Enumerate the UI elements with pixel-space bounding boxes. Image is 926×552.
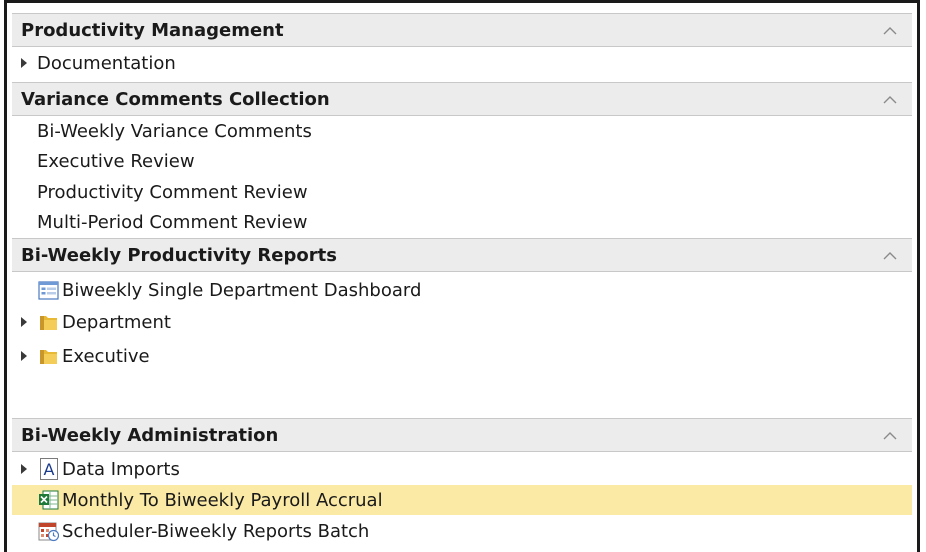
scheduler-icon: [38, 522, 59, 541]
section-header-variance-comments-collection[interactable]: Variance Comments Collection: [12, 82, 912, 116]
list-item-multi-period-comment-review[interactable]: Multi-Period Comment Review: [12, 207, 912, 237]
list-item-data-imports[interactable]: A Data Imports: [12, 454, 912, 484]
list-item-label: Documentation: [37, 52, 176, 74]
list-item-label: Biweekly Single Department Dashboard: [62, 279, 422, 301]
list-item-label: Scheduler-Biweekly Reports Batch: [62, 520, 370, 542]
chevron-up-icon[interactable]: [880, 21, 900, 41]
section-title: Bi-Weekly Administration: [21, 424, 279, 446]
section-title: Variance Comments Collection: [21, 88, 330, 110]
list-item-documentation[interactable]: Documentation: [12, 48, 912, 78]
list-item-department[interactable]: Department: [12, 307, 912, 337]
list-item-biweekly-single-department-dashboard[interactable]: Biweekly Single Department Dashboard: [12, 275, 912, 305]
list-item-executive[interactable]: Executive: [12, 341, 912, 371]
list-item-label: Department: [62, 311, 171, 333]
dashboard-icon: [38, 280, 59, 300]
list-item-monthly-to-biweekly-payroll-accrual[interactable]: Monthly To Biweekly Payroll Accrual: [12, 485, 912, 515]
list-item-label: Executive Review: [37, 150, 195, 172]
expand-arrow-icon[interactable]: [20, 57, 30, 69]
list-item-productivity-comment-review[interactable]: Productivity Comment Review: [12, 177, 912, 207]
list-item-label: Data Imports: [62, 458, 180, 480]
section-title: Bi-Weekly Productivity Reports: [21, 244, 337, 266]
chevron-up-icon[interactable]: [880, 246, 900, 266]
list-item-label: Multi-Period Comment Review: [37, 211, 308, 233]
list-item-label: Bi-Weekly Variance Comments: [37, 120, 312, 142]
expand-arrow-icon[interactable]: [20, 316, 30, 328]
list-item-bi-weekly-variance-comments[interactable]: Bi-Weekly Variance Comments: [12, 116, 912, 146]
list-item-scheduler-biweekly-reports-batch[interactable]: Scheduler-Biweekly Reports Batch: [12, 516, 912, 546]
section-header-bi-weekly-administration[interactable]: Bi-Weekly Administration: [12, 418, 912, 452]
list-item-executive-review[interactable]: Executive Review: [12, 146, 912, 176]
folder-icon: [40, 315, 57, 330]
expand-arrow-icon[interactable]: [20, 463, 30, 475]
section-title: Productivity Management: [21, 19, 284, 41]
spreadsheet-icon: [39, 490, 59, 509]
chevron-up-icon[interactable]: [880, 426, 900, 446]
section-header-bi-weekly-productivity-reports[interactable]: Bi-Weekly Productivity Reports: [12, 238, 912, 272]
folder-icon: [40, 349, 57, 364]
list-item-label: Monthly To Biweekly Payroll Accrual: [62, 489, 383, 511]
list-item-label: Productivity Comment Review: [37, 181, 308, 203]
section-header-productivity-management[interactable]: Productivity Management: [12, 13, 912, 47]
chevron-up-icon[interactable]: [880, 90, 900, 110]
panel-content: Productivity Management Documentation Va…: [12, 13, 912, 552]
navigation-panel: Productivity Management Documentation Va…: [4, 0, 920, 552]
text-a-icon: A: [40, 458, 58, 480]
expand-arrow-icon[interactable]: [20, 350, 30, 362]
list-item-label: Executive: [62, 345, 150, 367]
